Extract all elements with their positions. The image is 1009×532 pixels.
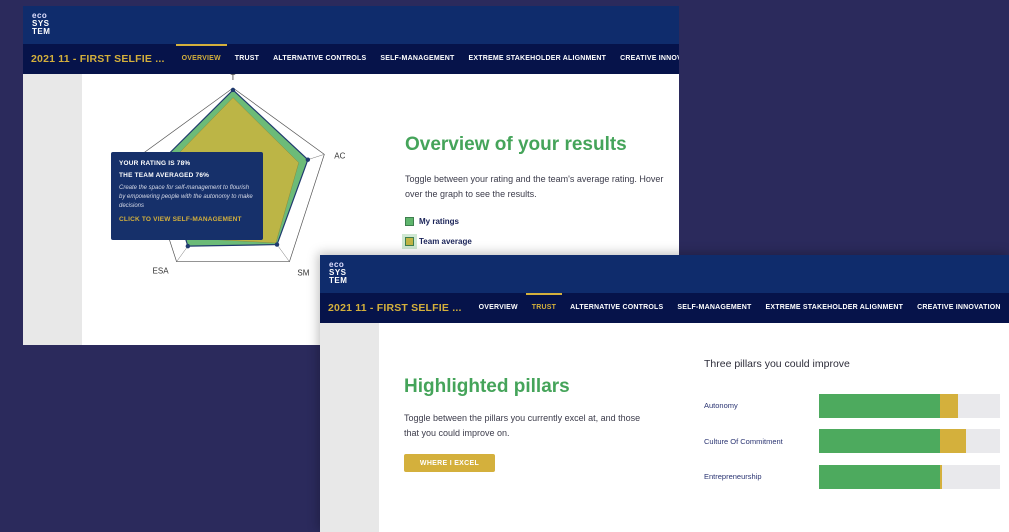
page-heading: Highlighted pillars	[404, 376, 570, 397]
top-bar: eco SYS TEM	[320, 255, 1009, 293]
tab-trust[interactable]: TRUST	[525, 293, 563, 323]
tab-overview[interactable]: OVERVIEW	[479, 293, 518, 323]
pillar-bar-green	[819, 465, 941, 489]
tab-self-management[interactable]: SELF-MANAGEMENT	[677, 293, 751, 323]
view-self-management-link[interactable]: CLICK TO VIEW SELF-MANAGEMENT	[119, 216, 255, 223]
tab-creative-innovation[interactable]: CREATIVE INNOVATION	[917, 293, 1001, 323]
my-rating-point[interactable]	[230, 87, 236, 93]
page-description: Toggle between the pillars you currently…	[404, 413, 641, 438]
axis-label-esa: ESA	[153, 267, 170, 276]
assessment-title[interactable]: 2021 11 - FIRST SELFIE ...	[328, 302, 462, 314]
pillar-label: Entrepreneurship	[704, 472, 762, 481]
tooltip-description: Create the space for self-management to …	[119, 185, 253, 209]
pillar-bar[interactable]	[819, 394, 1000, 418]
tab-extreme-stakeholder-alignment[interactable]: EXTREME STAKEHOLDER ALIGNMENT	[766, 293, 904, 323]
improve-title: Three pillars you could improve	[704, 358, 850, 370]
legend-team-average[interactable]: Team average	[405, 237, 472, 246]
team-average-swatch-icon	[405, 237, 414, 246]
nav-bar: 2021 11 - FIRST SELFIE ... OVERVIEW TRUS…	[320, 293, 1009, 323]
pillar-bar[interactable]	[819, 465, 1000, 489]
my-rating-point[interactable]	[274, 242, 280, 247]
rating-tooltip: YOUR RATING IS 78% THE TEAM AVERAGED 76%…	[111, 152, 263, 240]
my-rating-point[interactable]	[185, 243, 191, 249]
pillar-bar[interactable]	[819, 429, 1000, 453]
page-description: Toggle between your rating and the team'…	[405, 174, 664, 199]
tooltip-your-rating: YOUR RATING IS 78%	[119, 160, 191, 167]
pillar-bar-green	[819, 394, 941, 418]
trust-screenshot: eco SYS TEM 2021 11 - FIRST SELFIE ... O…	[320, 255, 1009, 532]
where-i-excel-button[interactable]: WHERE I EXCEL	[404, 454, 495, 472]
page-heading: Overview of your results	[405, 134, 627, 155]
sidebar	[320, 323, 379, 532]
axis-label-sm: SM	[297, 269, 309, 278]
legend-my-ratings[interactable]: My ratings	[405, 217, 459, 226]
tooltip-team-average: THE TEAM AVERAGED 76%	[119, 172, 210, 179]
my-ratings-swatch-icon	[405, 217, 414, 226]
pillar-label: Autonomy	[704, 401, 738, 410]
tab-alternative-controls[interactable]: ALTERNATIVE CONTROLS	[570, 293, 663, 323]
my-rating-point[interactable]	[305, 157, 311, 162]
pillar-bar-green	[819, 429, 941, 453]
axis-label-ac: AC	[334, 151, 345, 160]
ecosystem-logo[interactable]: eco SYS TEM	[329, 261, 353, 285]
pillar-label: Culture Of Commitment	[704, 437, 783, 446]
axis-label-t: T	[231, 73, 236, 82]
